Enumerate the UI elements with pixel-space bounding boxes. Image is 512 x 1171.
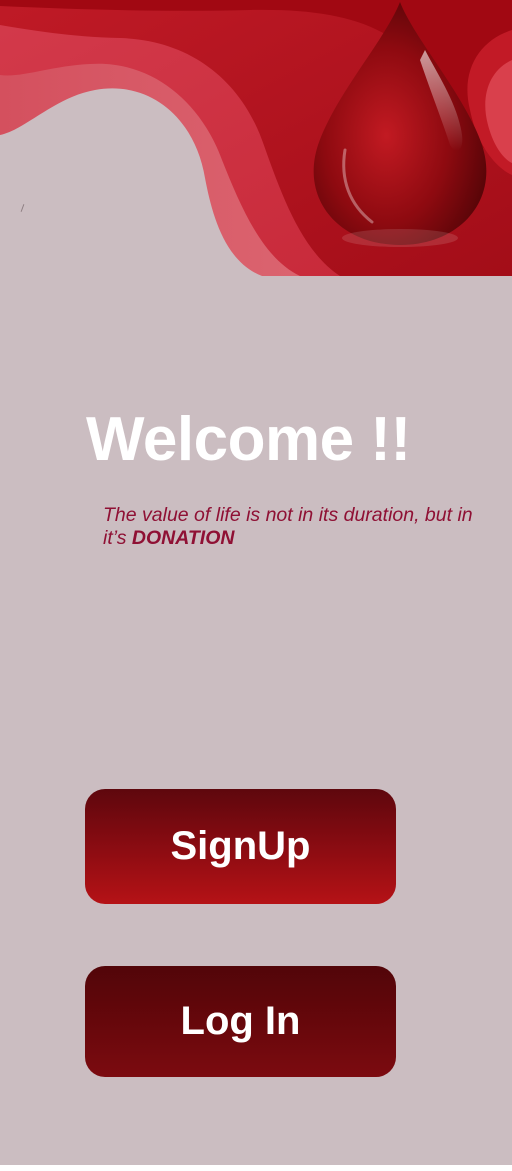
header-illustration [0,0,512,276]
tagline: The value of life is not in its duration… [103,504,483,550]
login-button[interactable]: Log In [85,966,396,1077]
login-button-label: Log In [180,999,301,1043]
welcome-title: Welcome !! [86,405,411,474]
welcome-screen: Welcome !! The value of life is not in i… [0,0,512,1165]
tagline-emphasis: DONATION [131,527,235,549]
signup-button[interactable]: SignUp [85,789,396,904]
signup-button-label: SignUp [170,824,311,868]
